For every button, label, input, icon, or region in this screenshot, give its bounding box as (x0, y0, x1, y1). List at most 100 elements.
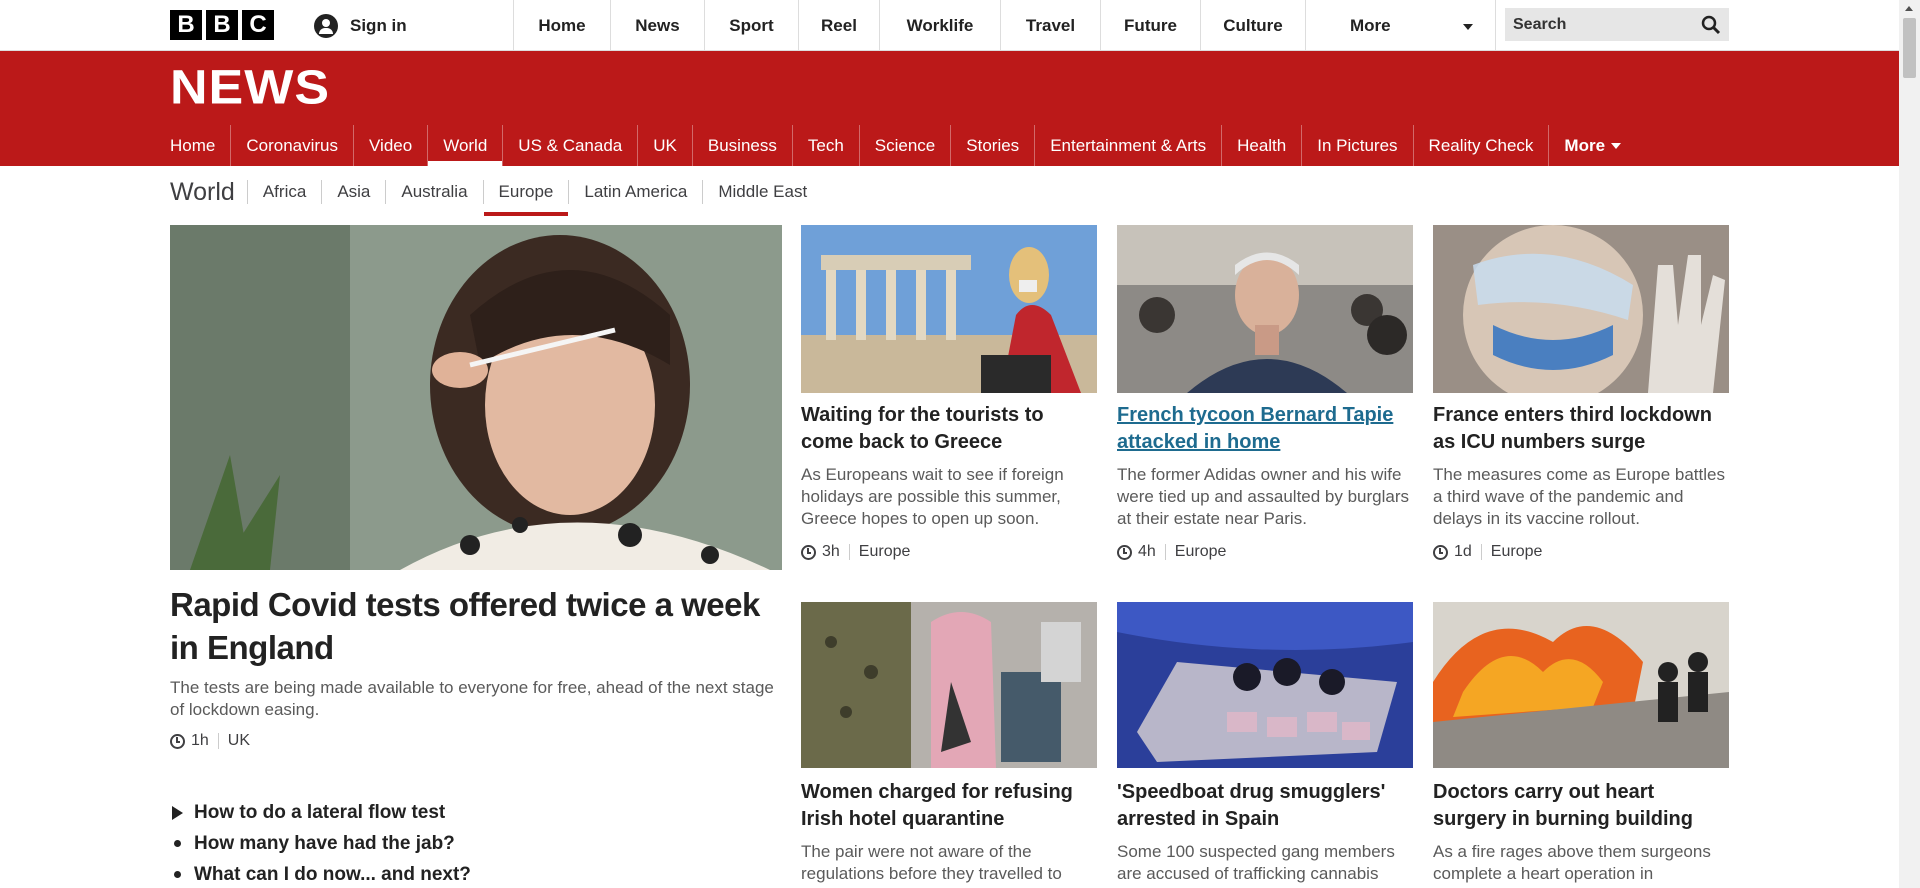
page-scrollbar[interactable] (1899, 0, 1920, 888)
section-home[interactable]: Home (170, 125, 232, 166)
subnav-australia[interactable]: Australia (386, 180, 484, 204)
story-headline[interactable]: French tycoon Bernard Tapie attacked in … (1117, 402, 1415, 456)
lead-story-image[interactable] (170, 225, 782, 570)
story-time: 4h (1138, 543, 1156, 560)
story-summary: As Europeans wait to see if foreign holi… (801, 465, 1064, 528)
story-meta: 1d Europe (1433, 543, 1542, 561)
clock-icon (801, 544, 816, 560)
story-headline[interactable]: France enters third lockdown as ICU numb… (1433, 402, 1731, 456)
clock-icon (1433, 544, 1448, 560)
section-science[interactable]: Science (860, 125, 952, 166)
topnav-worklife[interactable]: Worklife (880, 0, 1001, 51)
topnav-news[interactable]: News (611, 0, 705, 51)
story-headline[interactable]: Waiting for the tourists to come back to… (801, 402, 1099, 456)
story-time: 1d (1454, 543, 1472, 560)
section-reality-check[interactable]: Reality Check (1414, 125, 1550, 166)
user-icon (314, 13, 338, 38)
bbc-logo-letter: C (242, 10, 274, 40)
story-meta: 4h Europe (1117, 543, 1226, 561)
search-placeholder: Search (1513, 15, 1567, 33)
meta-divider (848, 544, 850, 560)
related-links: How to do a lateral flow test How many h… (172, 797, 471, 888)
bbc-logo[interactable]: B B C (170, 10, 274, 40)
section-more[interactable]: More (1549, 125, 1636, 166)
scroll-up-icon[interactable] (1905, 6, 1913, 11)
bullet-icon (174, 840, 181, 847)
related-link-label: How many have had the jab? (194, 832, 455, 854)
subnav-europe[interactable]: Europe (483, 180, 570, 216)
section-business[interactable]: Business (693, 125, 793, 166)
section-tech[interactable]: Tech (793, 125, 860, 166)
topnav-reel[interactable]: Reel (799, 0, 880, 51)
story-summary: As a fire rages above them surgeons comp… (1433, 842, 1711, 883)
section-coronavirus[interactable]: Coronavirus (231, 125, 355, 166)
chevron-down-icon (1611, 142, 1622, 149)
subnav-africa[interactable]: Africa (248, 180, 323, 204)
story-section-link[interactable]: UK (228, 732, 250, 750)
related-link-item[interactable]: How many have had the jab? (172, 828, 471, 859)
section-world[interactable]: World (428, 125, 504, 166)
clock-icon (170, 733, 185, 749)
story-headline[interactable]: Women charged for refusing Irish hotel q… (801, 779, 1099, 833)
subnav-title[interactable]: World (170, 178, 248, 206)
lead-story-meta: 1h UK (170, 732, 250, 750)
news-section-nav: Home Coronavirus Video World US & Canada… (170, 125, 1636, 166)
section-video[interactable]: Video (354, 125, 429, 166)
related-link-item[interactable]: How to do a lateral flow test (172, 797, 471, 828)
clock-icon (1117, 544, 1132, 560)
story-summary: Some 100 suspected gang members are accu… (1117, 842, 1395, 883)
topnav-travel[interactable]: Travel (1001, 0, 1101, 51)
topnav-more-label: More (1350, 15, 1391, 35)
meta-divider (217, 733, 219, 749)
section-uk[interactable]: UK (638, 125, 693, 166)
sign-in-label: Sign in (350, 15, 407, 35)
story-meta: 3h Europe (801, 543, 910, 561)
section-us-canada[interactable]: US & Canada (503, 125, 639, 166)
story-section-link[interactable]: Europe (859, 543, 911, 561)
subnav-latin-america[interactable]: Latin America (569, 180, 704, 204)
scrollbar-thumb[interactable] (1903, 18, 1916, 78)
story-image[interactable] (1433, 602, 1729, 768)
world-subnav: World Africa Asia Australia Europe Latin… (170, 170, 822, 216)
section-stories[interactable]: Stories (951, 125, 1036, 166)
topnav-more[interactable]: More (1306, 0, 1496, 51)
meta-divider (1164, 544, 1166, 560)
topnav-culture[interactable]: Culture (1201, 0, 1306, 51)
story-section-link[interactable]: Europe (1175, 543, 1227, 561)
story-headline[interactable]: Doctors carry out heart surgery in burni… (1433, 779, 1731, 833)
topnav-home[interactable]: Home (514, 0, 611, 51)
bbc-top-nav: Home News Sport Reel Worklife Travel Fut… (514, 0, 1496, 51)
story-image[interactable] (1433, 225, 1729, 393)
story-summary: The measures come as Europe battles a th… (1433, 465, 1725, 528)
search-icon[interactable] (1701, 15, 1721, 35)
section-entertainment-arts[interactable]: Entertainment & Arts (1035, 125, 1223, 166)
story-headline[interactable]: 'Speedboat drug smugglers' arrested in S… (1117, 779, 1415, 833)
sign-in-link[interactable]: Sign in (296, 0, 514, 51)
story-image[interactable] (801, 602, 1097, 768)
search-input[interactable]: Search (1505, 8, 1729, 41)
news-logo[interactable]: NEWS (170, 64, 330, 112)
related-link-label: How to do a lateral flow test (194, 801, 446, 823)
related-link-label: What can I do now... and next? (194, 863, 471, 885)
topnav-sport[interactable]: Sport (705, 0, 799, 51)
subnav-asia[interactable]: Asia (322, 180, 387, 204)
related-link-item[interactable]: What can I do now... and next? (172, 859, 471, 888)
story-image[interactable] (1117, 602, 1413, 768)
section-in-pictures[interactable]: In Pictures (1302, 125, 1414, 166)
meta-divider (1480, 544, 1482, 560)
chevron-down-icon (1463, 24, 1473, 30)
section-more-label: More (1564, 135, 1606, 155)
story-time: 3h (822, 543, 840, 560)
lead-story-headline[interactable]: Rapid Covid tests offered twice a week i… (170, 583, 780, 669)
topnav-future[interactable]: Future (1101, 0, 1201, 51)
subnav-middle-east[interactable]: Middle East (703, 180, 822, 204)
story-time: 1h (191, 732, 209, 749)
story-summary: The pair were not aware of the regulatio… (801, 842, 1062, 883)
play-icon (172, 805, 183, 820)
story-image[interactable] (801, 225, 1097, 393)
section-health[interactable]: Health (1222, 125, 1303, 166)
story-section-link[interactable]: Europe (1491, 543, 1543, 561)
story-image[interactable] (1117, 225, 1413, 393)
lead-story-summary: The tests are being made available to ev… (170, 678, 774, 719)
story-summary: The former Adidas owner and his wife wer… (1117, 465, 1410, 528)
